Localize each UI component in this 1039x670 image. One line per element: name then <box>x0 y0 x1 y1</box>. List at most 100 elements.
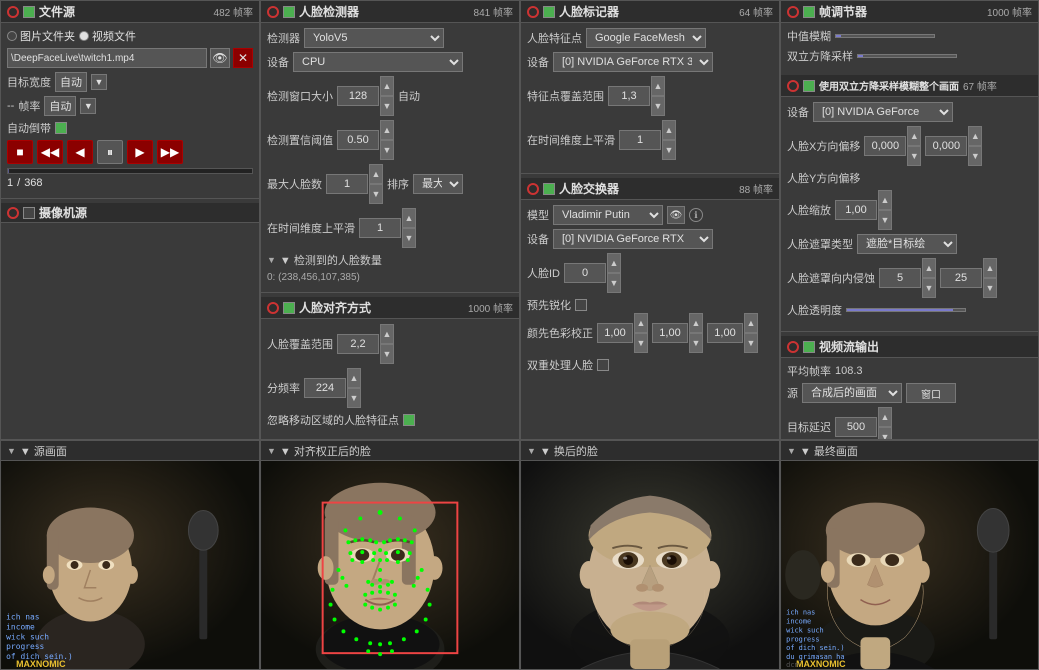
window-size-input[interactable] <box>337 86 379 106</box>
camera-power-icon[interactable] <box>7 207 19 219</box>
delay-input[interactable] <box>835 417 877 437</box>
color-r-dn[interactable]: ▼ <box>634 333 648 353</box>
window-size-dn[interactable]: ▼ <box>380 96 394 116</box>
erosion-up[interactable]: ▲ <box>922 258 936 278</box>
x-shift-up[interactable]: ▲ <box>907 126 921 146</box>
face-detector-power-icon[interactable] <box>267 6 279 18</box>
face-marker-power-icon[interactable] <box>527 6 539 18</box>
ignore-moving-checkbox[interactable] <box>403 414 415 426</box>
threshold-input[interactable] <box>337 130 379 150</box>
color-g-dn[interactable]: ▼ <box>689 333 703 353</box>
range-dn[interactable]: ▼ <box>651 96 665 116</box>
step-fwd-btn[interactable]: ▶ <box>127 140 153 164</box>
face-id-input[interactable] <box>564 263 606 283</box>
max-faces-dn[interactable]: ▼ <box>369 184 383 204</box>
face-align-power-icon[interactable] <box>267 302 279 314</box>
max-faces-input[interactable] <box>326 174 368 194</box>
color-r-up[interactable]: ▲ <box>634 313 648 333</box>
range-input[interactable] <box>608 86 650 106</box>
delay-up[interactable]: ▲ <box>878 407 892 427</box>
face-swapper-power-icon[interactable] <box>527 183 539 195</box>
file-source-enable-checkbox[interactable] <box>23 6 35 18</box>
color-g-input[interactable] <box>652 323 688 343</box>
detector-select[interactable]: YoloV5 <box>304 28 444 48</box>
progress-bar[interactable] <box>7 168 253 174</box>
rewind-btn[interactable]: ◀◀ <box>37 140 63 164</box>
stream-source-select[interactable]: 合成后的画面 <box>802 383 902 403</box>
radio-image-folder[interactable]: 图片文件夹 <box>7 28 75 44</box>
bicubic-device-select[interactable]: [0] NVIDIA GeForce <box>813 102 953 122</box>
file-source-power-icon[interactable] <box>7 6 19 18</box>
ffwd-btn[interactable]: ▶▶ <box>157 140 183 164</box>
range-up[interactable]: ▲ <box>651 76 665 96</box>
subsample-input[interactable] <box>304 378 346 398</box>
detector-device-select[interactable]: CPU <box>293 52 463 72</box>
face-detector-enable-checkbox[interactable] <box>283 6 295 18</box>
smooth-input[interactable] <box>359 218 401 238</box>
blur-up[interactable]: ▲ <box>983 258 997 278</box>
bicubic-power-icon[interactable] <box>787 80 799 92</box>
scale-up[interactable]: ▲ <box>878 190 892 210</box>
detection-count-section[interactable]: ▼ ▼ 检测到的人脸数量 <box>267 252 513 268</box>
swapper-device-select[interactable]: [0] NVIDIA GeForce RTX <box>553 229 713 249</box>
erosion-dn[interactable]: ▼ <box>922 278 936 298</box>
coverage-input[interactable] <box>337 334 379 354</box>
marker-smooth-dn[interactable]: ▼ <box>662 140 676 160</box>
dual-sample-slider[interactable] <box>857 54 957 58</box>
marker-smooth-input[interactable] <box>619 130 661 150</box>
subsample-up[interactable]: ▲ <box>347 368 361 388</box>
step-back-btn[interactable]: ◀ <box>67 140 93 164</box>
median-blur-slider[interactable] <box>835 34 935 38</box>
color-b-input[interactable] <box>707 323 743 343</box>
pre-sharpen-checkbox[interactable] <box>575 299 587 311</box>
x-shift-dn[interactable]: ▼ <box>907 146 921 166</box>
file-path-input[interactable] <box>7 48 207 68</box>
dual-process-checkbox[interactable] <box>597 359 609 371</box>
model-select[interactable]: Vladimir Putin <box>553 205 663 225</box>
stop-btn[interactable]: ■ <box>7 140 33 164</box>
face-marker-enable-checkbox[interactable] <box>543 6 555 18</box>
stream-power-icon[interactable] <box>787 341 799 353</box>
erosion-input[interactable] <box>879 268 921 288</box>
window-btn[interactable]: 窗口 <box>906 383 956 403</box>
camera-enable-checkbox[interactable] <box>23 207 35 219</box>
face-align-enable-checkbox[interactable] <box>283 302 295 314</box>
face-id-up[interactable]: ▲ <box>607 253 621 273</box>
scale-input[interactable] <box>835 200 877 220</box>
frame-adjuster-power-icon[interactable] <box>787 6 799 18</box>
max-faces-up[interactable]: ▲ <box>369 164 383 184</box>
face-id-dn[interactable]: ▼ <box>607 273 621 293</box>
threshold-up[interactable]: ▲ <box>380 120 394 140</box>
subsample-dn[interactable]: ▼ <box>347 388 361 408</box>
opacity-slider[interactable] <box>846 308 966 312</box>
x-shift-input2[interactable] <box>925 136 967 156</box>
model-info-btn[interactable]: ℹ <box>689 208 703 222</box>
model-eye-btn[interactable]: 👁 <box>667 206 685 224</box>
smooth-up[interactable]: ▲ <box>402 208 416 228</box>
target-width-down[interactable]: ▼ <box>91 74 107 90</box>
fps-down[interactable]: ▼ <box>80 98 96 114</box>
window-size-up[interactable]: ▲ <box>380 76 394 96</box>
face-marker-device-select[interactable]: [0] NVIDIA GeForce RTX 3 <box>553 52 713 72</box>
eye-icon-btn[interactable]: 👁 <box>210 48 230 68</box>
pause-btn[interactable]: ⏸ <box>97 140 123 164</box>
smooth-dn[interactable]: ▼ <box>402 228 416 248</box>
morph-select[interactable]: 遮脸*目标绘 <box>857 234 957 254</box>
stream-enable-checkbox[interactable] <box>803 341 815 353</box>
marker-smooth-up[interactable]: ▲ <box>662 120 676 140</box>
bicubic-enable-checkbox[interactable] <box>803 80 815 92</box>
scale-dn[interactable]: ▼ <box>878 210 892 230</box>
blur-dn[interactable]: ▼ <box>983 278 997 298</box>
x-shift-dn2[interactable]: ▼ <box>968 146 982 166</box>
auto-feed-checkbox[interactable] <box>55 122 67 134</box>
sort-select[interactable]: 最大 <box>413 174 463 194</box>
color-g-up[interactable]: ▲ <box>689 313 703 333</box>
frame-adjuster-enable-checkbox[interactable] <box>803 6 815 18</box>
close-file-btn[interactable]: ✕ <box>233 48 253 68</box>
radio-video-file[interactable]: 视频文件 <box>79 28 136 44</box>
landmarks-select[interactable]: Google FaceMesh <box>586 28 706 48</box>
coverage-dn[interactable]: ▼ <box>380 344 394 364</box>
threshold-dn[interactable]: ▼ <box>380 140 394 160</box>
color-b-up[interactable]: ▲ <box>744 313 758 333</box>
color-b-dn[interactable]: ▼ <box>744 333 758 353</box>
